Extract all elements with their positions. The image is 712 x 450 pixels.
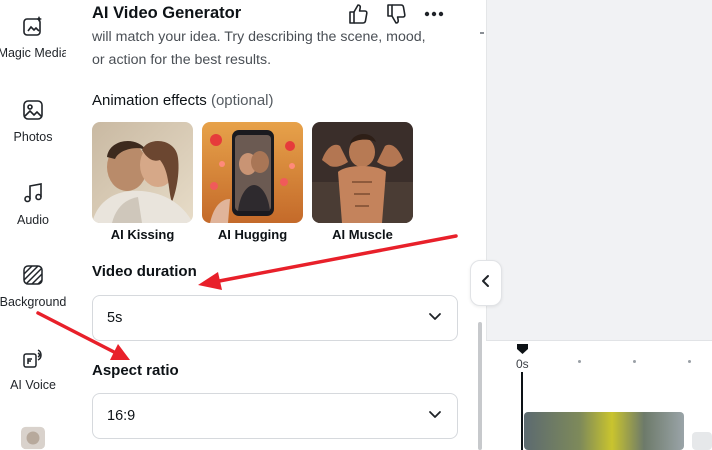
- timeline-tick: [688, 360, 691, 363]
- playhead-handle-icon[interactable]: [517, 344, 528, 354]
- rail-item-avatar-app[interactable]: [0, 426, 66, 450]
- rail-item-ai-voice[interactable]: AI Voice: [0, 346, 66, 392]
- rail-item-photos[interactable]: Photos: [0, 98, 66, 144]
- rail-item-label: Audio: [17, 213, 49, 227]
- rail-item-magic-media[interactable]: Magic Media: [0, 14, 69, 60]
- magic-media-icon: [21, 14, 45, 38]
- aspect-ratio-label: Aspect ratio: [92, 362, 179, 379]
- playhead-line[interactable]: [521, 372, 523, 450]
- ai-voice-icon: [21, 346, 45, 370]
- aspect-ratio-select[interactable]: 16:9: [92, 393, 458, 439]
- left-rail: Magic Media Photos Audio Background AI V…: [0, 0, 69, 450]
- title-actions: [346, 2, 446, 26]
- video-duration-label: Video duration: [92, 263, 197, 280]
- chevron-down-icon: [427, 406, 443, 426]
- rail-item-audio[interactable]: Audio: [0, 181, 66, 227]
- effect-label: AI Hugging: [217, 227, 288, 242]
- timeline-time-label: 0s: [516, 357, 529, 371]
- chevron-down-icon: [427, 308, 443, 328]
- thumbs-down-icon[interactable]: [384, 2, 408, 26]
- avatar-app-icon: [21, 426, 45, 450]
- rail-item-background[interactable]: Background: [0, 263, 66, 309]
- ai-muscle-thumbnail: [312, 122, 413, 223]
- rail-item-label: Magic Media: [0, 46, 69, 60]
- video-duration-select[interactable]: 5s: [92, 295, 458, 341]
- optional-label: (optional): [210, 92, 274, 109]
- timeline-tick: [633, 360, 636, 363]
- effect-ai-kissing[interactable]: AI Kissing: [92, 122, 193, 242]
- thumbs-up-icon[interactable]: [346, 2, 370, 26]
- background-icon: [21, 263, 45, 287]
- animation-effects-heading: Animation effects (optional): [92, 92, 274, 109]
- aspect-ratio-value: 16:9: [107, 408, 136, 424]
- prompt-tip-text: will match your idea. Try describing the…: [92, 29, 426, 68]
- ai-kissing-thumbnail: [92, 122, 193, 223]
- next-track-clip[interactable]: [692, 432, 712, 450]
- canvas-marker: [480, 32, 484, 34]
- ai-hugging-thumbnail: [202, 122, 303, 223]
- rail-item-label: Background: [0, 295, 67, 309]
- effect-label: AI Kissing: [110, 227, 175, 242]
- more-options-icon[interactable]: [422, 2, 446, 26]
- app-window: Magic Media Photos Audio Background AI V…: [0, 0, 712, 450]
- effect-label: AI Muscle: [332, 227, 393, 242]
- collapse-panel-button[interactable]: [470, 260, 502, 306]
- ai-video-generator-panel: AI Video Generator will match your idea.…: [66, 0, 476, 450]
- chevron-left-icon: [480, 274, 492, 293]
- video-duration-value: 5s: [107, 310, 123, 326]
- effect-ai-muscle[interactable]: AI Muscle: [312, 122, 413, 242]
- rail-item-label: Photos: [13, 130, 53, 144]
- timeline-tick: [578, 360, 581, 363]
- photos-icon: [21, 98, 45, 122]
- panel-scrollbar[interactable]: [478, 322, 482, 450]
- animation-effects-list: AI Kissing AI Hugging AI Muscle: [92, 122, 413, 242]
- audio-icon: [21, 181, 45, 205]
- effect-ai-hugging[interactable]: AI Hugging: [202, 122, 303, 242]
- video-track-clip[interactable]: [524, 412, 684, 450]
- panel-title: AI Video Generator: [92, 4, 242, 22]
- animation-effects-label: Animation effects: [92, 92, 207, 109]
- rail-item-label: AI Voice: [10, 378, 56, 392]
